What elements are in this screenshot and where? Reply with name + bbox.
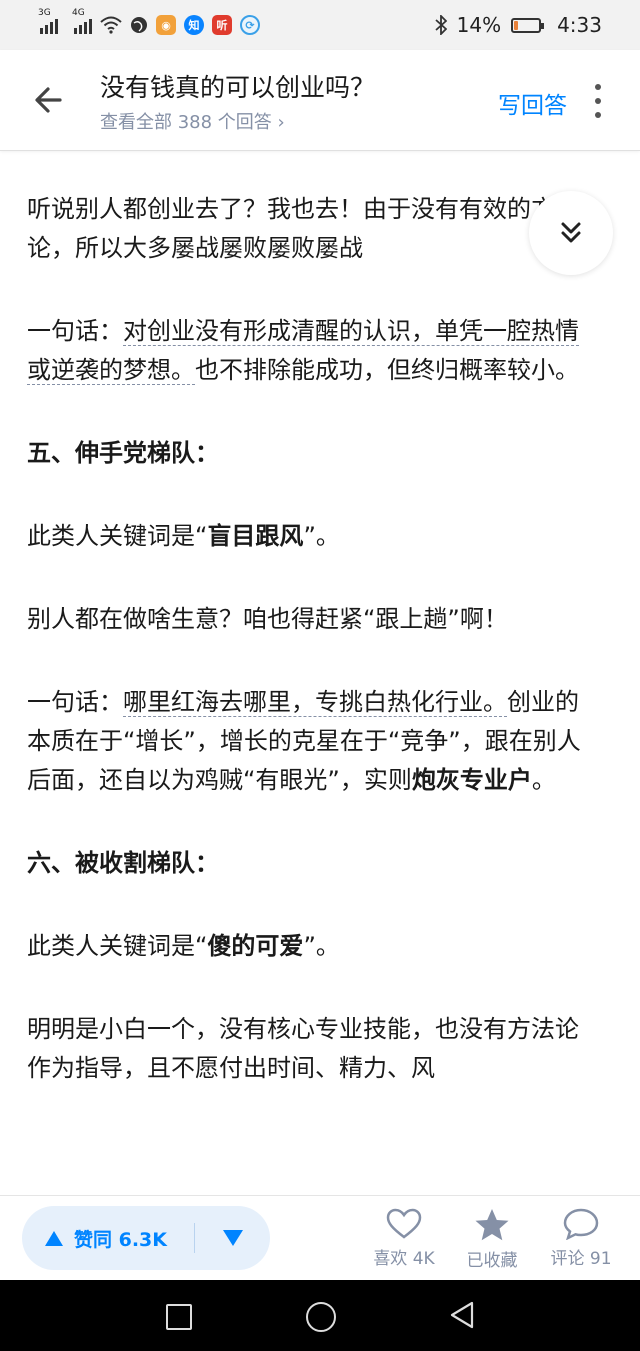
heart-icon <box>386 1208 422 1239</box>
collect-button[interactable]: 已收藏 <box>452 1208 532 1271</box>
answer-action-bar: 赞同 6.3K 喜欢 4K 已收藏 评论 91 <box>0 1195 640 1281</box>
downvote-button[interactable] <box>195 1229 270 1247</box>
zhihu-app-icon: 知 <box>184 15 204 35</box>
paragraph-summary-1: 一句话：对创业没有形成清醒的认识，单凭一腔热情或逆袭的梦想。也不排除能成功，但终… <box>27 317 579 385</box>
weibo-app-icon: ◉ <box>156 15 176 35</box>
signal-4g-icon: 4G <box>72 8 92 34</box>
paragraph-keyword-6: 此类人关键词是“傻的可爱”。 <box>27 932 340 960</box>
star-icon <box>475 1209 509 1241</box>
paragraph-keyword-5: 此类人关键词是“盲目跟风”。 <box>27 522 340 550</box>
paragraph-intro: 听说别人都创业去了？我也去！由于没有有效的方法论，所以大多屡战屡败屡败屡战 <box>27 195 579 262</box>
clock: 4:33 <box>557 13 602 37</box>
view-all-answers-link[interactable]: 查看全部 388 个回答 › <box>100 108 285 134</box>
battery-icon <box>511 17 545 33</box>
like-button[interactable]: 喜欢 4K <box>364 1208 444 1269</box>
upvote-button[interactable]: 赞同 6.3K <box>22 1225 194 1252</box>
battery-fill <box>514 20 518 30</box>
status-left-icons: 3G 4G ◉ 知 听 ⟳ <box>38 8 260 35</box>
signal-3g-icon: 3G <box>38 8 58 34</box>
paragraph-summary-2: 一句话：哪里红海去哪里，专挑白热化行业。创业的本质在于“增长”，增长的克星在于“… <box>27 688 581 794</box>
system-navigation-bar <box>0 1280 640 1351</box>
upvote-triangle-icon <box>45 1230 63 1246</box>
collapse-button[interactable] <box>529 191 613 275</box>
highlighted-quote-2[interactable]: 哪里红海去哪里，专挑白热化行业。 <box>123 688 507 717</box>
bluetooth-icon <box>435 15 447 35</box>
battery-percentage: 14% <box>456 13 502 37</box>
listen-app-icon: 听 <box>212 15 232 35</box>
question-header: 没有钱真的可以创业吗？ 查看全部 388 个回答 › 写回答 <box>0 50 640 151</box>
comment-button[interactable]: 评论 91 <box>541 1208 621 1269</box>
answer-content: 听说别人都创业去了？我也去！由于没有有效的方法论，所以大多屡战屡败屡败屡战 一句… <box>27 190 597 1132</box>
status-right-icons: 14% 4:33 <box>435 13 602 37</box>
nav-back-icon[interactable] <box>448 1300 476 1330</box>
more-vertical-icon[interactable] <box>588 84 608 118</box>
paragraph-truncated: 明明是小白一个，没有核心专业技能，也没有方法论作为指导，且不愿付出时间、精力、风 <box>27 1015 579 1082</box>
collapse-chevron-icon <box>561 222 581 243</box>
vote-group: 赞同 6.3K <box>22 1206 270 1270</box>
nav-circle-icon[interactable] <box>306 1302 336 1332</box>
globe-icon <box>131 17 147 33</box>
section-heading-5: 五、伸手党梯队： <box>27 439 219 467</box>
comment-bubble-icon <box>563 1208 599 1240</box>
write-answer-button[interactable]: 写回答 <box>498 86 567 120</box>
downvote-triangle-icon <box>222 1230 243 1246</box>
wifi-icon <box>100 16 122 34</box>
back-arrow-icon[interactable] <box>30 80 70 120</box>
status-bar: 3G 4G ◉ 知 听 ⟳ 14% 4:33 <box>0 0 640 50</box>
swirl-app-icon: ⟳ <box>240 15 260 35</box>
nav-square-icon[interactable] <box>166 1304 192 1330</box>
paragraph-follow: 别人都在做啥生意？咱也得赶紧“跟上趟”啊！ <box>27 605 508 633</box>
question-title[interactable]: 没有钱真的可以创业吗？ <box>100 68 375 104</box>
section-heading-6: 六、被收割梯队： <box>27 849 219 877</box>
